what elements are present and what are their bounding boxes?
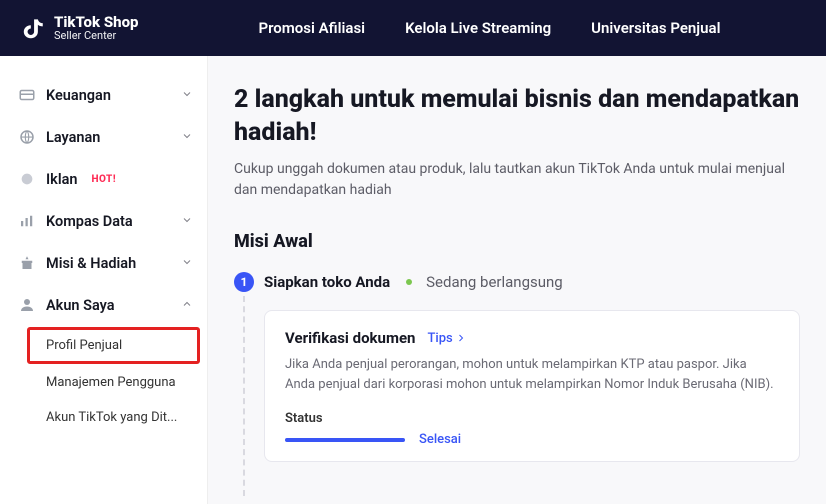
sidebar-sub-manajemen-pengguna[interactable]: Manajemen Pengguna [0,365,207,400]
brand-line1: TikTok Shop [54,15,138,30]
gift-icon [18,254,36,272]
sidebar-item-label: Layanan [46,129,100,146]
nav-kelola-live[interactable]: Kelola Live Streaming [405,19,551,37]
chevron-down-icon [181,87,193,104]
step-connector-line [243,296,245,496]
sidebar-item-label: Kompas Data [46,213,133,230]
chevron-right-icon [455,332,467,344]
chevron-down-icon [181,213,193,230]
sidebar-sub-profil-penjual[interactable]: Profil Penjual [28,328,199,363]
step-status-text: Sedang berlangsung [426,273,563,291]
sidebar-item-keuangan[interactable]: Keuangan [0,74,207,116]
sidebar-item-label: Iklan [46,171,77,188]
user-icon [18,296,36,314]
tips-link[interactable]: Tips [427,331,466,346]
sidebar: Keuangan Layanan Iklan HOT! Kompas Data … [0,56,208,504]
status-label: Status [285,411,779,426]
main-content: 2 langkah untuk memulai bisnis dan menda… [208,56,826,504]
progress-done-text: Selesai [419,432,461,447]
step-number-badge: 1 [234,272,254,292]
sidebar-item-label: Akun Saya [46,297,115,314]
chevron-down-icon [181,129,193,146]
sidebar-sub-akun-tiktok[interactable]: Akun TikTok yang Dit... [0,400,207,435]
sidebar-item-label: Misi & Hadiah [46,255,136,272]
progress-row: Selesai [285,432,779,447]
sidebar-item-layanan[interactable]: Layanan [0,116,207,158]
verification-card: Verifikasi dokumen Tips Jika Anda penjua… [264,310,800,462]
sidebar-item-kompas-data[interactable]: Kompas Data [0,200,207,242]
sidebar-sub-label: Profil Penjual [46,338,122,353]
sidebar-item-iklan[interactable]: Iklan HOT! [0,158,207,200]
sidebar-item-label: Keuangan [46,87,111,104]
brand-text: TikTok Shop Seller Center [54,15,138,41]
nav-universitas-penjual[interactable]: Universitas Penjual [591,19,720,37]
chevron-down-icon [181,255,193,272]
step-1-row: 1 Siapkan toko Anda Sedang berlangsung [234,272,800,292]
nav-promosi-afiliasi[interactable]: Promosi Afiliasi [258,19,365,37]
brand-line2: Seller Center [54,30,138,41]
sidebar-sub-label: Manajemen Pengguna [46,375,176,390]
sidebar-item-akun-saya[interactable]: Akun Saya [0,284,207,326]
page-title: 2 langkah untuk memulai bisnis dan menda… [234,84,800,149]
card-title: Verifikasi dokumen [285,329,415,347]
chart-icon [18,212,36,230]
status-dot-icon [406,279,412,285]
tiktok-icon [20,15,46,41]
ad-icon [18,170,36,188]
page-subtitle: Cukup unggah dokumen atau produk, lalu t… [234,159,800,201]
step-title: Siapkan toko Anda [264,273,390,291]
hot-badge: HOT! [91,174,116,185]
tips-label: Tips [427,331,452,346]
sidebar-item-misi-hadiah[interactable]: Misi & Hadiah [0,242,207,284]
chevron-up-icon [181,297,193,314]
top-nav: Promosi Afiliasi Kelola Live Streaming U… [258,19,720,37]
sidebar-sub-label: Akun TikTok yang Dit... [46,410,177,425]
brand-logo[interactable]: TikTok Shop Seller Center [20,15,138,41]
progress-bar [285,438,405,442]
section-title: Misi Awal [234,231,800,252]
globe-icon [18,128,36,146]
card-description: Jika Anda penjual perorangan, mohon untu… [285,355,779,395]
wallet-icon [18,86,36,104]
top-bar: TikTok Shop Seller Center Promosi Afilia… [0,0,826,56]
